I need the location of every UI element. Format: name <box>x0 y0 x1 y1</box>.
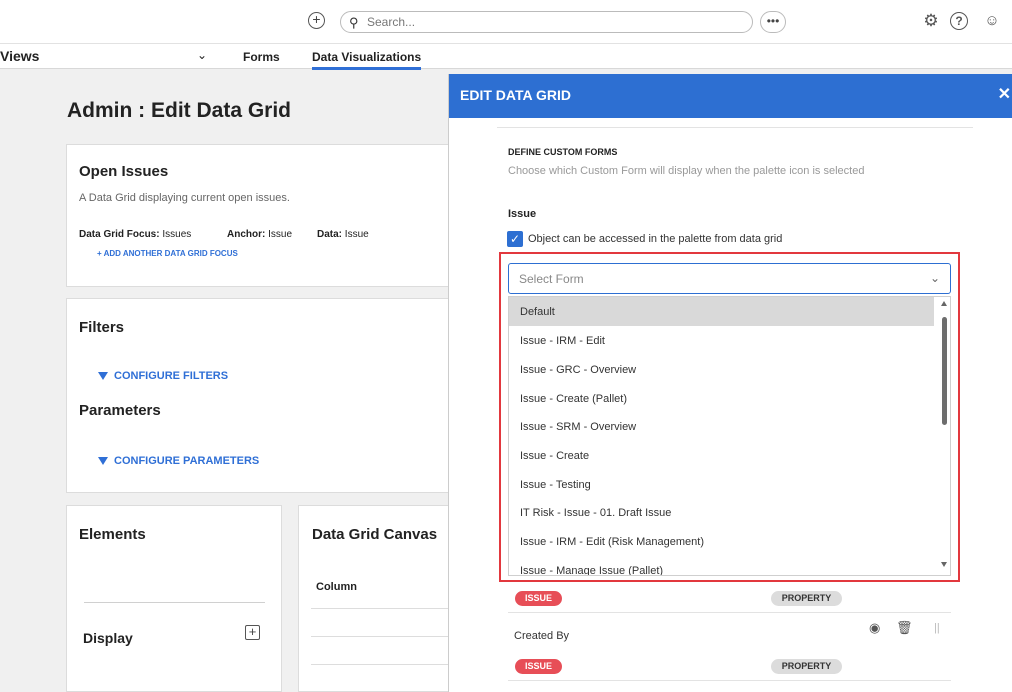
focus-value: Issues <box>162 229 192 240</box>
drag-handle-icon[interactable]: || <box>934 622 940 634</box>
divider <box>84 602 265 603</box>
focus-label: Data Grid Focus: <box>79 229 160 240</box>
views-menu[interactable]: Views <box>0 48 39 64</box>
list-item[interactable]: Issue - Create (Pallet) <box>509 384 934 413</box>
close-icon[interactable]: ✕ <box>998 84 1011 104</box>
configure-filters-link[interactable]: CONFIGURE FILTERS <box>98 370 228 382</box>
list-item[interactable]: Issue - GRC - Overview <box>509 355 934 384</box>
elements-card: Elements Display + <box>66 505 282 692</box>
configure-parameters-link[interactable]: CONFIGURE PARAMETERS <box>98 455 259 467</box>
property-badge: PROPERTY <box>771 591 842 606</box>
filters-parameters-card: Filters CONFIGURE FILTERS Parameters CON… <box>66 298 456 493</box>
list-item[interactable]: Issue - Testing <box>509 470 934 499</box>
tab-data-visualizations[interactable]: Data Visualizations <box>312 50 422 70</box>
panel-title: EDIT DATA GRID <box>460 87 571 103</box>
row-label: Created By <box>514 630 570 642</box>
list-item[interactable]: IT Risk - Issue - 01. Draft Issue <box>509 498 934 527</box>
open-issues-title: Open Issues <box>79 163 169 180</box>
issue-badge: ISSUE <box>515 591 562 606</box>
section-description: Choose which Custom Form will display wh… <box>508 165 865 177</box>
row-divider <box>311 608 457 609</box>
property-badge: PROPERTY <box>771 659 842 674</box>
panel-header: EDIT DATA GRID ✕ <box>449 74 1012 118</box>
tab-forms[interactable]: Forms <box>243 50 280 64</box>
add-icon[interactable]: + <box>308 12 325 29</box>
search-input[interactable]: ⚲ Search... <box>340 11 753 33</box>
checkbox-label: Object can be accessed in the palette fr… <box>528 233 783 245</box>
user-icon[interactable]: ☺ <box>982 11 1002 31</box>
chevron-down-icon: ⌄ <box>929 271 940 285</box>
configure-parameters-label: CONFIGURE PARAMETERS <box>114 455 260 467</box>
select-placeholder: Select Form <box>519 272 584 286</box>
top-bar: + ⚲ Search... ••• ⚙ ? ☺ <box>0 0 1012 44</box>
filters-title: Filters <box>79 319 125 336</box>
divider <box>508 680 951 681</box>
scroll-down-icon[interactable] <box>941 562 947 567</box>
list-item[interactable]: Issue - Create <box>509 441 934 470</box>
add-display-icon[interactable]: + <box>245 625 260 640</box>
open-issues-description: A Data Grid displaying current open issu… <box>79 192 290 204</box>
option-default[interactable]: Default <box>509 297 934 326</box>
palette-access-checkbox[interactable]: ✓ <box>507 231 523 247</box>
trash-icon[interactable]: 🗑 <box>896 620 913 636</box>
parameters-title: Parameters <box>79 402 161 419</box>
canvas-title: Data Grid Canvas <box>312 526 438 543</box>
search-placeholder: Search... <box>367 15 416 29</box>
row-divider <box>311 636 457 637</box>
list-item[interactable]: Issue - Manage Issue (Pallet) <box>509 556 934 575</box>
display-title: Display <box>83 630 133 646</box>
section-title: DEFINE CUSTOM FORMS <box>508 147 618 157</box>
object-label: Issue <box>508 208 537 220</box>
issue-badge: ISSUE <box>515 659 562 674</box>
help-icon[interactable]: ? <box>950 12 968 30</box>
add-data-grid-focus-link[interactable]: + ADD ANOTHER DATA GRID FOCUS <box>97 249 238 258</box>
elements-title: Elements <box>79 526 146 543</box>
list-item[interactable]: Issue - IRM - Edit <box>509 326 934 355</box>
list-item[interactable]: Issue - IRM - Edit (Risk Management) <box>509 527 934 556</box>
filter-icon <box>98 372 108 381</box>
configure-filters-label: CONFIGURE FILTERS <box>114 370 229 382</box>
nav-bar: Views ⌄ Forms Data Visualizations <box>0 44 1012 70</box>
open-issues-card: Open Issues A Data Grid displaying curre… <box>66 144 456 287</box>
search-icon: ⚲ <box>349 15 359 30</box>
eye-icon[interactable]: ◉ <box>869 620 880 636</box>
gear-icon[interactable]: ⚙ <box>921 11 941 31</box>
form-options-list: Default Issue - IRM - Edit Issue - GRC -… <box>508 296 951 576</box>
chevron-down-icon[interactable]: ⌄ <box>197 48 207 62</box>
divider <box>508 612 951 613</box>
scroll-thumb[interactable] <box>942 317 947 425</box>
dropdown-scrollbar[interactable] <box>940 297 950 575</box>
page-title: Admin : Edit Data Grid <box>67 99 292 122</box>
select-form-dropdown[interactable]: Select Form ⌄ <box>508 263 951 294</box>
scroll-up-icon[interactable] <box>941 301 947 306</box>
anchor-value: Issue <box>268 229 293 240</box>
divider <box>497 127 973 128</box>
anchor-label: Anchor: <box>227 229 266 240</box>
more-button[interactable]: ••• <box>760 11 786 33</box>
filter-icon <box>98 457 108 466</box>
column-header: Column <box>316 581 357 593</box>
data-grid-canvas-card: Data Grid Canvas Column <box>298 505 457 692</box>
row-divider <box>311 664 457 665</box>
data-value: Issue <box>344 229 369 240</box>
data-label: Data: <box>317 229 343 240</box>
list-item[interactable]: Issue - SRM - Overview <box>509 412 934 441</box>
